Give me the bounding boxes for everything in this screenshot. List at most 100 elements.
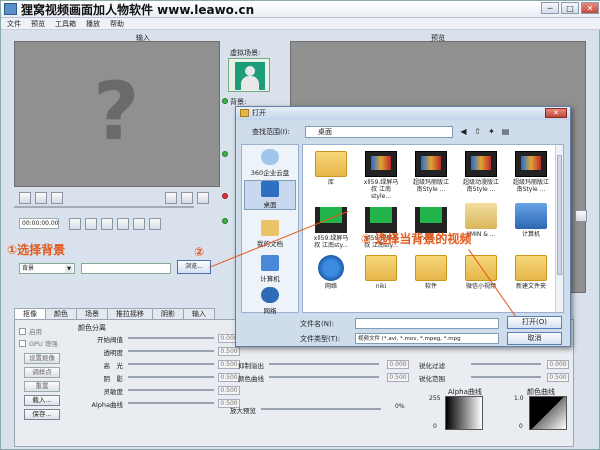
enable-label: 启用 <box>29 328 42 336</box>
param-value[interactable]: 0.000 <box>387 360 409 369</box>
zoom-preview-value: 0% <box>395 403 405 410</box>
status-red-icon <box>222 193 228 199</box>
filetype-select[interactable]: 视频文件 (*.avi, *.mov, *.mpeg, *.mpg <box>355 333 499 344</box>
filetype-label: 文件类型(T): <box>300 335 341 343</box>
alpha-curve-graph[interactable] <box>445 396 483 430</box>
param-value[interactable]: 0.500 <box>218 386 240 395</box>
place-network[interactable]: 网络 <box>244 287 296 315</box>
param-label: 颜色曲线 <box>238 375 264 383</box>
zoom-preview-slider[interactable] <box>261 408 381 410</box>
gpu-checkbox[interactable] <box>19 339 26 347</box>
param-slider[interactable] <box>128 337 214 339</box>
browse-button[interactable]: 浏览... <box>177 260 211 274</box>
background-path-input[interactable] <box>81 263 171 274</box>
enable-checkbox[interactable] <box>19 327 26 335</box>
param-slider[interactable] <box>269 363 379 365</box>
sample-point-button[interactable]: 调样点 <box>24 367 60 378</box>
view-menu-icon[interactable]: ▤ <box>500 126 511 137</box>
file-item[interactable]: niki <box>361 255 401 290</box>
fit-icon[interactable] <box>575 210 587 222</box>
file-item[interactable]: 超级玛丽版江南Style ... <box>411 151 451 193</box>
look-in-label: 查找范围(I): <box>252 128 290 136</box>
param-slider[interactable] <box>128 402 214 404</box>
color-curve-graph[interactable] <box>529 396 567 430</box>
param-slider[interactable] <box>471 363 541 365</box>
param-value[interactable]: 0.500 <box>387 373 409 382</box>
background-select[interactable]: 背景 ▼ <box>19 263 75 274</box>
gpu-checkbox-row[interactable]: GPU 增强 <box>19 338 58 348</box>
param-label: 透明度 <box>103 349 124 357</box>
file-name: xll59.绿屏马叔 江南style... <box>363 179 399 200</box>
next-frame-icon[interactable] <box>117 218 129 230</box>
place-cloud[interactable]: 360企业云盘 <box>244 149 296 177</box>
file-item[interactable]: 计算机 <box>511 203 551 238</box>
set-keying-button[interactable]: 设置抠像 <box>24 353 60 364</box>
zoom-icon[interactable] <box>165 192 177 204</box>
look-in-select[interactable]: 桌面 <box>305 126 453 138</box>
param-slider[interactable] <box>269 376 379 378</box>
cancel-button[interactable]: 取消 <box>507 332 562 345</box>
alpha-axis-min: 0 <box>433 423 437 430</box>
file-item[interactable]: 微信小视频 <box>461 255 501 290</box>
layer-button-1[interactable] <box>19 192 31 204</box>
loop-icon[interactable] <box>149 218 161 230</box>
file-item[interactable]: xll59.绿屏马叔 江南style... <box>361 151 401 200</box>
prev-frame-icon[interactable] <box>85 218 97 230</box>
up-folder-icon[interactable]: ⇧ <box>472 126 483 137</box>
time-display: 00:00:00.00 <box>19 218 59 229</box>
load-button[interactable]: 载入... <box>24 395 60 406</box>
file-item[interactable]: 库 <box>311 151 351 186</box>
place-computer[interactable]: 计算机 <box>244 255 296 283</box>
file-name: 新建文件夹 <box>515 283 546 290</box>
dialog-close-button[interactable]: ✕ <box>545 108 567 118</box>
file-item[interactable]: 超级动漫版江南Style ... <box>461 151 501 193</box>
back-icon[interactable]: ◀ <box>458 126 469 137</box>
param-slider[interactable] <box>128 363 214 365</box>
param-slider[interactable] <box>128 376 214 378</box>
param-slider[interactable] <box>128 389 214 391</box>
save-button[interactable]: 保存... <box>24 409 60 420</box>
minimize-button[interactable]: ─ <box>541 2 559 14</box>
maximize-button[interactable]: □ <box>561 2 579 14</box>
param-value[interactable]: 0.000 <box>547 360 569 369</box>
end-icon[interactable] <box>133 218 145 230</box>
new-folder-icon[interactable]: ✦ <box>486 126 497 137</box>
open-button[interactable]: 打开(O) <box>507 316 562 329</box>
close-button[interactable]: ✕ <box>581 2 599 14</box>
network-icon <box>261 287 279 303</box>
enable-checkbox-row[interactable]: 启用 <box>19 326 42 336</box>
menu-preview[interactable]: 预览 <box>31 18 45 29</box>
place-label: 网络 <box>263 307 277 315</box>
param-label: 阴 影 <box>103 375 124 383</box>
file-item[interactable]: 网络 <box>311 255 351 290</box>
filename-input[interactable] <box>355 318 499 329</box>
layer-button-2[interactable] <box>35 192 47 204</box>
reset-button[interactable]: 重置 <box>24 381 60 392</box>
fit-icon[interactable] <box>197 192 209 204</box>
param-value[interactable]: 0.500 <box>218 347 240 356</box>
menu-help[interactable]: 帮助 <box>110 18 124 29</box>
annotation-step3: ③ 选择当背景的视频 <box>361 232 472 246</box>
menu-play[interactable]: 播放 <box>86 18 100 29</box>
menu-file[interactable]: 文件 <box>7 18 21 29</box>
stop-icon[interactable] <box>69 218 81 230</box>
scrollbar-thumb[interactable] <box>557 155 562 275</box>
hand-icon[interactable] <box>181 192 193 204</box>
param-slider[interactable] <box>471 376 541 378</box>
param-slider[interactable] <box>128 350 214 352</box>
virtual-scene-thumbnail[interactable] <box>228 58 270 92</box>
file-name: niki <box>375 283 387 290</box>
place-desktop[interactable]: 桌面 <box>244 180 296 210</box>
file-item[interactable]: 超级玛丽版江南Style ... <box>511 151 551 193</box>
menu-toolbox[interactable]: 工具箱 <box>55 18 76 29</box>
filename-label: 文件名(N): <box>300 320 335 328</box>
file-item[interactable]: 软件 <box>411 255 451 290</box>
file-item[interactable]: 新建文件夹 <box>511 255 551 290</box>
param-value[interactable]: 0.500 <box>547 373 569 382</box>
play-icon[interactable] <box>101 218 113 230</box>
timeline-slider[interactable] <box>14 206 194 208</box>
param-label: 锐化范围 <box>419 375 445 383</box>
file-item[interactable]: xll59.绿屏马叔 江南sty... <box>311 203 351 249</box>
layer-button-3[interactable] <box>51 192 63 204</box>
file-list-scrollbar[interactable] <box>555 145 563 312</box>
